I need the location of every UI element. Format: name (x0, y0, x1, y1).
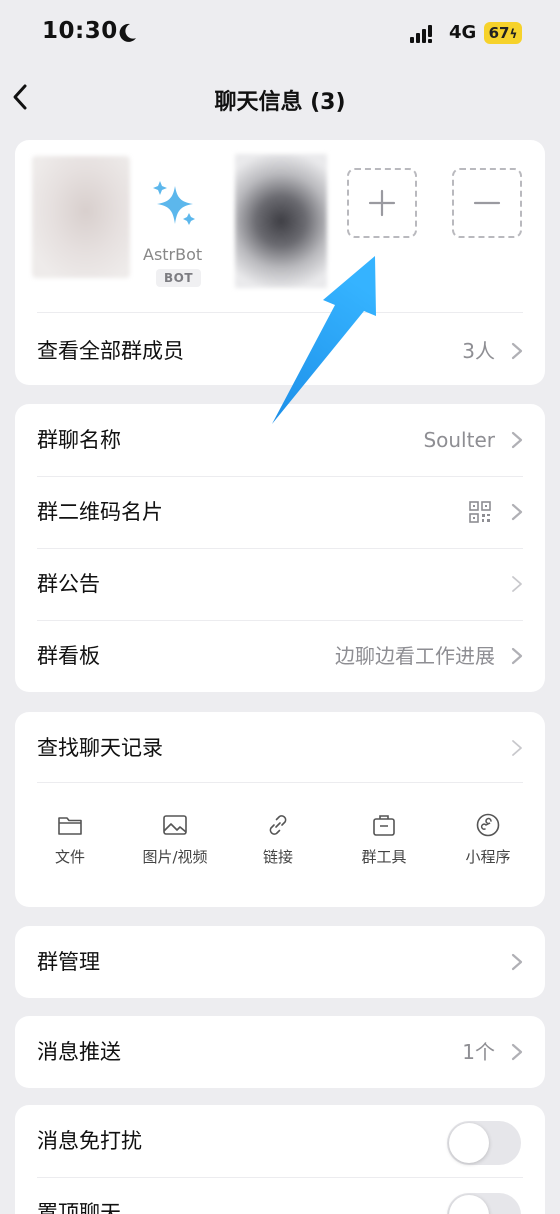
view-all-members-row[interactable]: 查看全部群成员 3人 (15, 315, 545, 387)
status-time: 10:30 (42, 18, 118, 44)
search-history-label: 查找聊天记录 (37, 736, 163, 760)
group-notice-label: 群公告 (37, 572, 100, 596)
page-title: 聊天信息 (3) (214, 90, 346, 115)
search-history-card: 查找聊天记录 文件 图片/视频 链接 群工具 小程序 (15, 712, 545, 907)
network-type: 4G (449, 22, 477, 43)
chevron-right-icon (512, 576, 522, 592)
tool-links[interactable]: 链接 (233, 812, 323, 867)
minus-icon (473, 201, 501, 205)
chevron-right-icon (511, 342, 523, 360)
view-all-members-label: 查看全部群成员 (37, 339, 184, 363)
toggles-card: 消息免打扰 置顶聊天 (15, 1105, 545, 1214)
bot-name: AstrBot (143, 245, 203, 264)
group-settings-card: 群聊名称 Soulter 群二维码名片 群公告 群看板 边聊边看工作进展 (15, 404, 545, 692)
folder-icon (58, 817, 82, 835)
tool-group-tools-label: 群工具 (361, 848, 407, 866)
charging-bolt-icon: ϟ (509, 27, 518, 41)
group-qr-row[interactable]: 群二维码名片 (15, 476, 545, 548)
tool-files[interactable]: 文件 (25, 812, 115, 867)
group-qr-label: 群二维码名片 (37, 500, 163, 524)
sparkle-icon[interactable] (151, 180, 201, 230)
add-member-button[interactable] (347, 168, 417, 238)
mute-toggle[interactable] (447, 1121, 521, 1165)
group-manage-label: 群管理 (37, 950, 100, 974)
mute-row: 消息免打扰 (15, 1105, 545, 1177)
tool-media[interactable]: 图片/视频 (130, 812, 220, 867)
tool-group-tools[interactable]: 群工具 (339, 812, 429, 867)
message-push-row[interactable]: 消息推送 1个 (15, 1016, 545, 1088)
chevron-right-icon (511, 647, 523, 665)
battery-indicator: 67ϟ (484, 22, 522, 44)
member-avatar[interactable] (235, 154, 327, 288)
moon-icon (119, 23, 136, 42)
message-push-card: 消息推送 1个 (15, 1016, 545, 1088)
group-board-label: 群看板 (37, 644, 100, 668)
plus-icon (368, 189, 396, 217)
chevron-right-icon (511, 503, 523, 521)
mute-label: 消息免打扰 (37, 1129, 142, 1153)
nav-bar: 聊天信息 (3) (0, 70, 560, 126)
divider (37, 312, 523, 313)
mini-program-icon (476, 813, 500, 837)
search-history-row[interactable]: 查找聊天记录 (15, 712, 545, 784)
pin-chat-label: 置顶聊天 (37, 1201, 121, 1214)
qr-code-icon (469, 501, 491, 523)
members-card: AstrBot BOT 查看全部群成员 3人 (15, 140, 545, 385)
group-name-label: 群聊名称 (37, 428, 121, 452)
divider (37, 782, 523, 783)
chevron-right-icon (511, 431, 523, 449)
group-manage-card: 群管理 (15, 926, 545, 998)
tool-media-label: 图片/视频 (142, 848, 208, 866)
group-board-row[interactable]: 群看板 边聊边看工作进展 (15, 620, 545, 692)
group-notice-row[interactable]: 群公告 (15, 548, 545, 620)
group-name-value: Soulter (423, 428, 495, 452)
bot-badge: BOT (156, 269, 202, 287)
member-avatar[interactable] (32, 156, 130, 278)
tool-files-label: 文件 (54, 848, 85, 866)
pin-chat-row: 置顶聊天 (15, 1177, 545, 1214)
toggle-knob (449, 1123, 489, 1163)
group-name-row[interactable]: 群聊名称 Soulter (15, 404, 545, 476)
remove-member-button[interactable] (452, 168, 522, 238)
link-icon (269, 815, 287, 835)
message-push-count: 1个 (462, 1040, 495, 1064)
image-icon (163, 815, 187, 835)
chevron-right-icon (512, 740, 522, 756)
chevron-right-icon (511, 1043, 523, 1061)
battery-level: 67 (488, 24, 510, 42)
status-bar: 10:30 4G 67ϟ (0, 0, 560, 70)
signal-icon (410, 25, 432, 43)
chevron-right-icon (511, 953, 523, 971)
tool-links-label: 链接 (262, 848, 293, 866)
tool-mini-programs-label: 小程序 (465, 848, 511, 866)
message-push-label: 消息推送 (37, 1040, 121, 1064)
member-count: 3人 (462, 339, 495, 363)
pin-chat-toggle[interactable] (447, 1193, 521, 1214)
briefcase-icon (373, 815, 395, 836)
tool-mini-programs[interactable]: 小程序 (443, 812, 533, 867)
group-manage-row[interactable]: 群管理 (15, 926, 545, 998)
toggle-knob (449, 1195, 489, 1214)
group-board-value: 边聊边看工作进展 (335, 644, 495, 668)
